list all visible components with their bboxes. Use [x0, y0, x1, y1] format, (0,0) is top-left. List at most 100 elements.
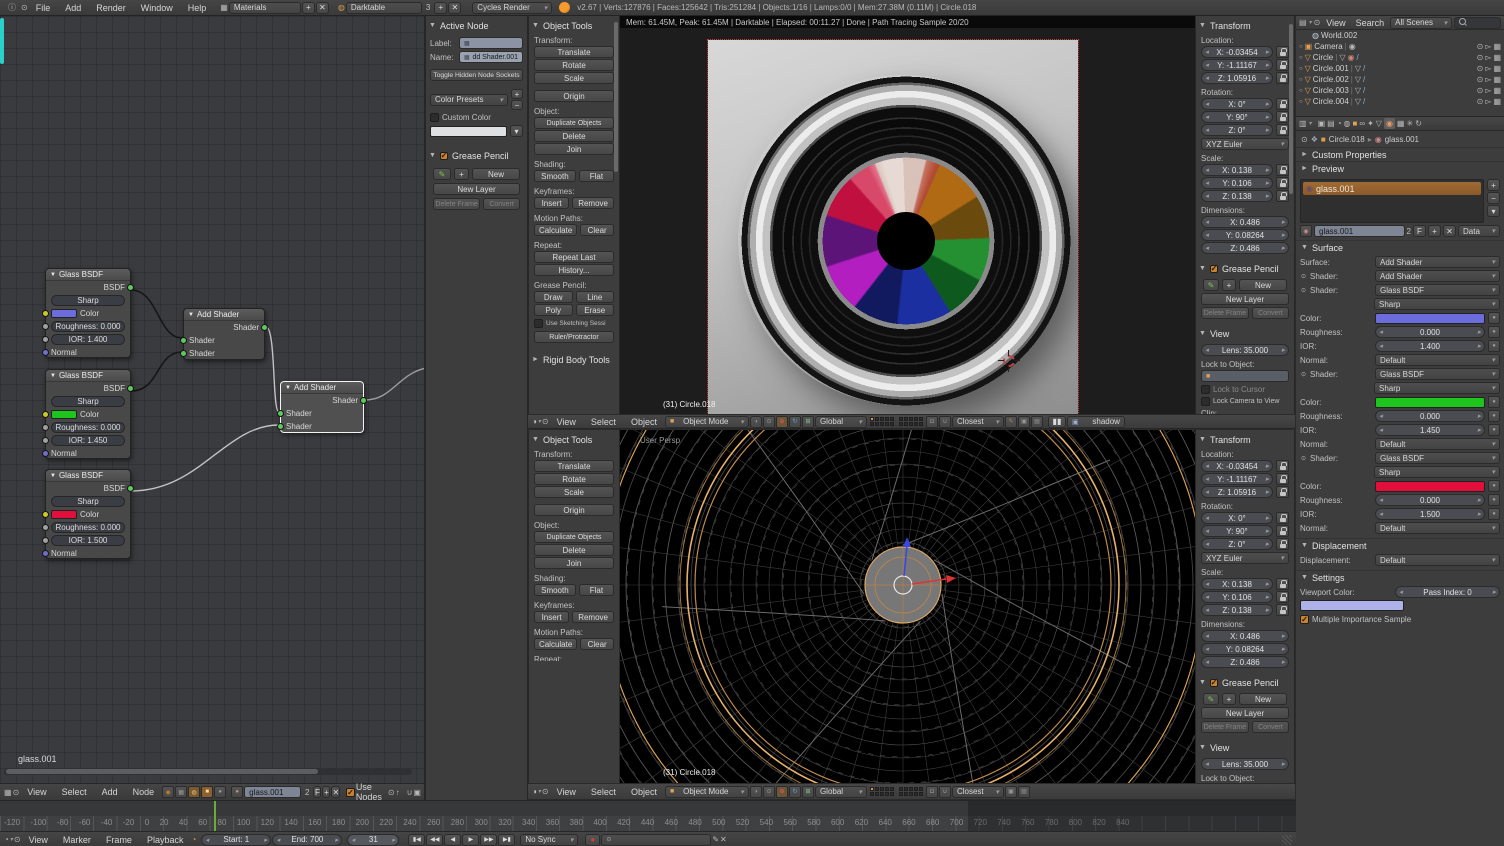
output-socket[interactable]: [127, 385, 134, 392]
location-y-field[interactable]: ◂Y: -1.11167▸: [1201, 473, 1273, 485]
lock-location-y-icon[interactable]: [1276, 473, 1289, 485]
snap-element-selector[interactable]: Closest▾: [952, 786, 1004, 798]
dimension-y-field[interactable]: ◂Y: 0.08264▸: [1201, 643, 1289, 655]
lock-scale-y-icon[interactable]: [1276, 177, 1289, 189]
dimension-z-field[interactable]: ◂Z: 0.486▸: [1201, 242, 1289, 254]
gp-delete-frame-button[interactable]: Delete Frame: [1201, 721, 1249, 733]
roughness-input-socket[interactable]: [42, 424, 49, 431]
socket-default-button[interactable]: ●: [1488, 326, 1500, 338]
menu-view[interactable]: View: [550, 417, 583, 427]
lock-icon[interactable]: ◘: [926, 786, 938, 798]
shader-selector[interactable]: Add Shader▾: [1375, 270, 1500, 282]
rigid-body-tools-header[interactable]: ►Rigid Body Tools: [532, 353, 616, 366]
output-socket[interactable]: [360, 397, 367, 404]
grease-pencil-panel-header[interactable]: ▼✓Grease Pencil: [429, 149, 524, 162]
join-button[interactable]: Join: [534, 143, 614, 155]
normal-selector[interactable]: Default▾: [1375, 522, 1500, 534]
node-add-shader-2-selected[interactable]: ▼Add Shader Shader Shader Shader: [280, 381, 364, 433]
node-glass-bsdf-1[interactable]: ▼Glass BSDF BSDF Sharp Color Roughness: …: [45, 268, 131, 358]
layers-widget-2[interactable]: [899, 787, 923, 796]
render-engine-selector[interactable]: Cycles Render▾: [472, 2, 552, 14]
lock-scale-z-icon[interactable]: [1276, 604, 1289, 616]
gp-add-button[interactable]: +: [1222, 279, 1236, 291]
normal-input-socket[interactable]: [42, 450, 49, 457]
editor-type-icon[interactable]: ⓘ: [4, 2, 20, 13]
smooth-button[interactable]: Smooth: [534, 170, 576, 182]
use-preview-range-icon[interactable]: ◔: [191, 835, 196, 844]
dimension-x-field[interactable]: ◂X: 0.486▸: [1201, 630, 1289, 642]
lock-scale-x-icon[interactable]: [1276, 578, 1289, 590]
sync-mode-selector[interactable]: No Sync▾: [520, 834, 578, 846]
tab-modifiers[interactable]: ✦: [1367, 119, 1374, 128]
lock-scale-z-icon[interactable]: [1276, 190, 1289, 202]
menu-playback[interactable]: Playback: [140, 835, 191, 845]
custom-properties-panel-header[interactable]: ►Custom Properties: [1296, 147, 1504, 161]
render-anim-icon[interactable]: ▤: [1031, 416, 1043, 428]
delete-scene-button[interactable]: ✕: [448, 2, 461, 14]
insert-keyframe-button[interactable]: Insert: [534, 611, 569, 623]
header-options-icon[interactable]: ⊙: [21, 3, 28, 12]
gp-erase-button[interactable]: Erase: [576, 304, 615, 316]
timeline-playhead[interactable]: [214, 801, 216, 831]
visibility-icon[interactable]: ⊙: [1477, 97, 1484, 106]
new-material-button[interactable]: +: [1428, 225, 1441, 237]
frame-end-field[interactable]: ◂End: 700▸: [272, 834, 342, 846]
gp-add-button[interactable]: +: [1222, 693, 1236, 705]
selectability-icon[interactable]: ▻: [1485, 53, 1491, 62]
breadcrumb-object[interactable]: Circle.018: [1329, 135, 1365, 144]
history-button[interactable]: History...: [534, 264, 614, 276]
lock-rotation-x-icon[interactable]: [1276, 512, 1289, 524]
gp-new-layer-button[interactable]: New Layer: [1201, 293, 1289, 305]
custom-color-checkbox[interactable]: [430, 113, 439, 122]
outliner-row-circle[interactable]: ○▽Circle|▽◉/⊙▻▦: [1296, 52, 1504, 63]
view-panel-header[interactable]: ▼View: [1199, 327, 1291, 340]
lock-location-x-icon[interactable]: [1276, 460, 1289, 472]
region-resize-grip[interactable]: [1282, 835, 1292, 845]
unlink-material-button[interactable]: ✕: [1443, 225, 1456, 237]
object-tools-header[interactable]: ▼Object Tools: [532, 433, 616, 446]
outliner-row-camera[interactable]: ○▣Camera|◉⊙▻▦: [1296, 41, 1504, 52]
visibility-icon[interactable]: ⊙: [1477, 86, 1484, 95]
shader-input-socket-2[interactable]: [277, 423, 284, 430]
snap-magnet-icon[interactable]: ∪: [939, 416, 951, 428]
wireframe-viewport[interactable]: User Persp (31) Circle.018: [620, 430, 1195, 783]
current-frame-field[interactable]: ◂31▸: [347, 834, 399, 846]
screen-layout-icon[interactable]: ▦: [220, 3, 228, 12]
manipulator-translate-icon[interactable]: ⊕: [776, 416, 788, 428]
socket-default-button[interactable]: ●: [1488, 312, 1500, 324]
node-glass-bsdf-3[interactable]: ▼Glass BSDF BSDF Sharp Color Roughness: …: [45, 469, 131, 559]
gp-new-button[interactable]: New: [1239, 279, 1287, 291]
material-name-field[interactable]: glass.001: [1314, 225, 1405, 237]
timeline-editor-type-icon[interactable]: ◔: [4, 835, 9, 844]
gp-convert-button[interactable]: Convert: [483, 198, 520, 210]
selectability-icon[interactable]: ▻: [1485, 86, 1491, 95]
manipulator-scale-icon[interactable]: ⊞: [802, 786, 814, 798]
distribution-select[interactable]: Sharp: [51, 396, 125, 407]
calculate-paths-button[interactable]: Calculate: [534, 638, 577, 650]
color-presets-dropdown[interactable]: Color Presets▾: [430, 94, 508, 106]
node-collapse-icon[interactable]: ▼: [188, 312, 194, 318]
tab-render-layers[interactable]: ▤: [1327, 119, 1335, 128]
visibility-icon[interactable]: ⊙: [1477, 53, 1484, 62]
scale-y-field[interactable]: ◂Y: 0.106▸: [1201, 177, 1273, 189]
roughness-field[interactable]: ◂0.000▸: [1375, 410, 1485, 422]
scene-icon[interactable]: ◍: [338, 3, 345, 12]
roughness-field[interactable]: ◂0.000▸: [1375, 494, 1485, 506]
tab-object[interactable]: ■: [1353, 119, 1358, 128]
toggle-hidden-sockets-button[interactable]: Toggle Hidden Node Sockets: [430, 69, 523, 81]
screen-layout-selector[interactable]: Materials: [229, 2, 301, 14]
render-opengl-icon[interactable]: ▣: [1005, 786, 1017, 798]
pass-index-field[interactable]: ◂Pass Index: 0▸: [1395, 586, 1500, 598]
scale-button[interactable]: Scale: [534, 72, 614, 84]
jump-to-start-button[interactable]: ▮◀: [408, 834, 425, 846]
layers-widget[interactable]: [870, 417, 894, 426]
snap-element-selector[interactable]: Closest▾: [952, 416, 1004, 428]
ior-input-socket[interactable]: [42, 537, 49, 544]
shader-input-socket-1[interactable]: [277, 410, 284, 417]
flat-button[interactable]: Flat: [579, 170, 614, 182]
roughness-field[interactable]: ◂0.000▸: [1375, 326, 1485, 338]
gp-new-button[interactable]: New: [472, 168, 520, 180]
menu-help[interactable]: Help: [181, 3, 214, 13]
duplicate-objects-button[interactable]: Duplicate Objects: [534, 117, 614, 129]
lock-rotation-y-icon[interactable]: [1276, 525, 1289, 537]
